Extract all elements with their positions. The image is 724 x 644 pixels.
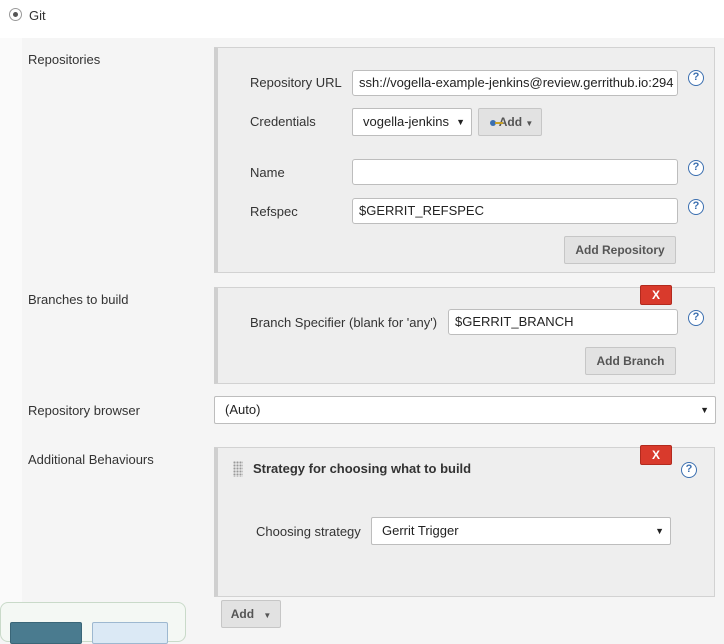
chevron-down-icon: ▼ [525, 119, 534, 128]
delete-branch-button[interactable]: X [640, 285, 672, 305]
branch-specifier-label: Branch Specifier (blank for 'any') [250, 315, 438, 330]
add-credentials-button[interactable]: Add ▼ [478, 108, 542, 136]
save-button[interactable] [10, 622, 82, 644]
repository-url-input[interactable]: ssh://vogella-example-jenkins@review.ger… [352, 70, 678, 96]
refspec-help-icon[interactable]: ? [688, 199, 704, 215]
repository-browser-value: (Auto) [225, 402, 261, 417]
key-icon [490, 120, 503, 126]
repository-browser-label: Repository browser [28, 403, 140, 418]
delete-strategy-button[interactable]: X [640, 445, 672, 465]
add-branch-button[interactable]: Add Branch [585, 347, 676, 375]
chevron-down-icon: ▼ [700, 405, 709, 415]
git-option-label: Git [29, 8, 46, 23]
left-indent-strip [0, 38, 22, 637]
refspec-label: Refspec [250, 204, 298, 219]
repository-url-label: Repository URL [250, 75, 342, 90]
add-behaviour-button[interactable]: Add ▼ [221, 600, 281, 628]
strategy-help-icon[interactable]: ? [681, 462, 697, 478]
refspec-input[interactable]: $GERRIT_REFSPEC [352, 198, 678, 224]
add-repository-button[interactable]: Add Repository [564, 236, 676, 264]
choosing-strategy-select[interactable]: Gerrit Trigger ▼ [371, 517, 671, 545]
name-help-icon[interactable]: ? [688, 160, 704, 176]
git-radio-button[interactable] [9, 8, 22, 21]
repository-url-help-icon[interactable]: ? [688, 70, 704, 86]
scm-option-row [0, 0, 724, 38]
branches-section-label: Branches to build [28, 292, 129, 307]
choosing-strategy-value: Gerrit Trigger [382, 523, 459, 538]
repositories-section-label: Repositories [28, 52, 101, 67]
chevron-down-icon: ▼ [655, 526, 664, 536]
chevron-down-icon: ▼ [263, 611, 272, 620]
repository-name-input[interactable] [352, 159, 678, 185]
add-behaviour-label: Add [230, 607, 255, 621]
branch-specifier-help-icon[interactable]: ? [688, 310, 704, 326]
credentials-select-value: vogella-jenkins [363, 114, 449, 129]
chevron-down-icon: ▼ [456, 117, 465, 127]
credentials-label: Credentials [250, 114, 316, 129]
choosing-strategy-label: Choosing strategy [256, 524, 361, 539]
drag-handle-icon[interactable] [233, 461, 243, 477]
name-label: Name [250, 165, 285, 180]
strategy-title: Strategy for choosing what to build [253, 461, 472, 476]
additional-behaviours-label: Additional Behaviours [28, 452, 154, 467]
credentials-select[interactable]: vogella-jenkins ▼ [352, 108, 472, 136]
repository-browser-select[interactable]: (Auto) ▼ [214, 396, 716, 424]
branch-specifier-input[interactable]: $GERRIT_BRANCH [448, 309, 678, 335]
apply-button[interactable] [92, 622, 168, 644]
